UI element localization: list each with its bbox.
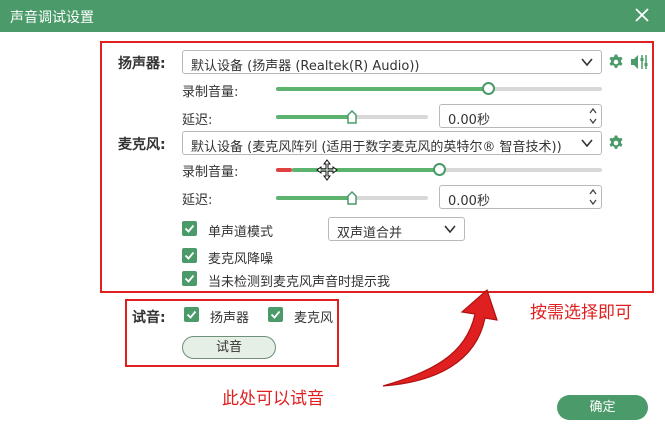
move-cursor-icon [316, 159, 338, 181]
mono-mode-label: 单声道模式 [208, 225, 274, 240]
speaker-label: 扬声器: [118, 56, 166, 72]
slider-pin[interactable] [347, 110, 357, 124]
annotation-test: 此处可以试音 [222, 389, 324, 409]
mic-device-select[interactable]: 默认设备 (麦克风阵列 (适用于数字麦克风的英特尔® 智音技术)) [182, 131, 602, 155]
speaker-delay-value: 0.00秒 [448, 113, 490, 128]
no-mic-notify-checkbox[interactable] [182, 271, 197, 286]
mono-mode-checkbox[interactable] [182, 221, 197, 236]
channel-select-value: 双声道合并 [337, 226, 403, 241]
chevron-down-icon [444, 225, 456, 234]
spinner-arrows-icon[interactable] [588, 106, 598, 126]
speaker-delay-input[interactable]: 0.00秒 [439, 104, 602, 128]
mic-label: 麦克风: [118, 137, 166, 153]
speaker-device-select[interactable]: 默认设备 (扬声器 (Realtek(R) Audio)) [182, 50, 602, 74]
mic-device-value: 默认设备 (麦克风阵列 (适用于数字麦克风的英特尔® 智音技术)) [191, 140, 562, 155]
test-mic-label: 麦克风 [294, 311, 334, 326]
test-speaker-checkbox[interactable] [184, 307, 199, 322]
noise-reduction-checkbox[interactable] [182, 248, 197, 263]
chevron-down-icon [581, 139, 593, 148]
slider-pin[interactable] [347, 191, 357, 205]
window-title: 声音调试设置 [10, 10, 94, 26]
test-mic-checkbox[interactable] [268, 307, 283, 322]
chevron-down-icon [581, 58, 593, 67]
gear-icon[interactable] [608, 54, 624, 70]
speaker-delay-slider[interactable] [276, 109, 428, 125]
speaker-delay-label: 延迟: [182, 113, 213, 128]
speaker-device-value: 默认设备 (扬声器 (Realtek(R) Audio)) [191, 59, 420, 74]
annotation-select: 按需选择即可 [530, 303, 632, 323]
mic-delay-value: 0.00秒 [448, 194, 490, 209]
speaker-volume-slider[interactable] [276, 81, 602, 97]
mic-delay-label: 延迟: [182, 193, 213, 208]
no-mic-notify-label: 当未检测到麦克风声音时提示我 [208, 275, 391, 290]
title-bar: 声音调试设置 [0, 0, 665, 32]
slider-knob[interactable] [433, 163, 446, 176]
gear-icon[interactable] [608, 135, 624, 151]
spinner-arrows-icon[interactable] [588, 187, 598, 207]
ok-button[interactable]: 确定 [557, 395, 648, 420]
channel-select[interactable]: 双声道合并 [328, 217, 465, 241]
mic-volume-label: 录制音量: [182, 165, 239, 180]
slider-knob[interactable] [481, 82, 495, 95]
mic-delay-slider[interactable] [276, 190, 428, 206]
mic-level-meter [276, 168, 292, 172]
speaker-mixer-icon[interactable] [630, 53, 648, 71]
noise-reduction-label: 麦克风降噪 [208, 252, 274, 267]
test-label: 试音: [132, 310, 166, 326]
test-sound-button[interactable]: 试音 [182, 336, 276, 359]
close-icon[interactable] [631, 4, 653, 26]
speaker-volume-label: 录制音量: [182, 85, 239, 100]
test-speaker-label: 扬声器 [210, 311, 250, 326]
mic-delay-input[interactable]: 0.00秒 [439, 185, 602, 209]
